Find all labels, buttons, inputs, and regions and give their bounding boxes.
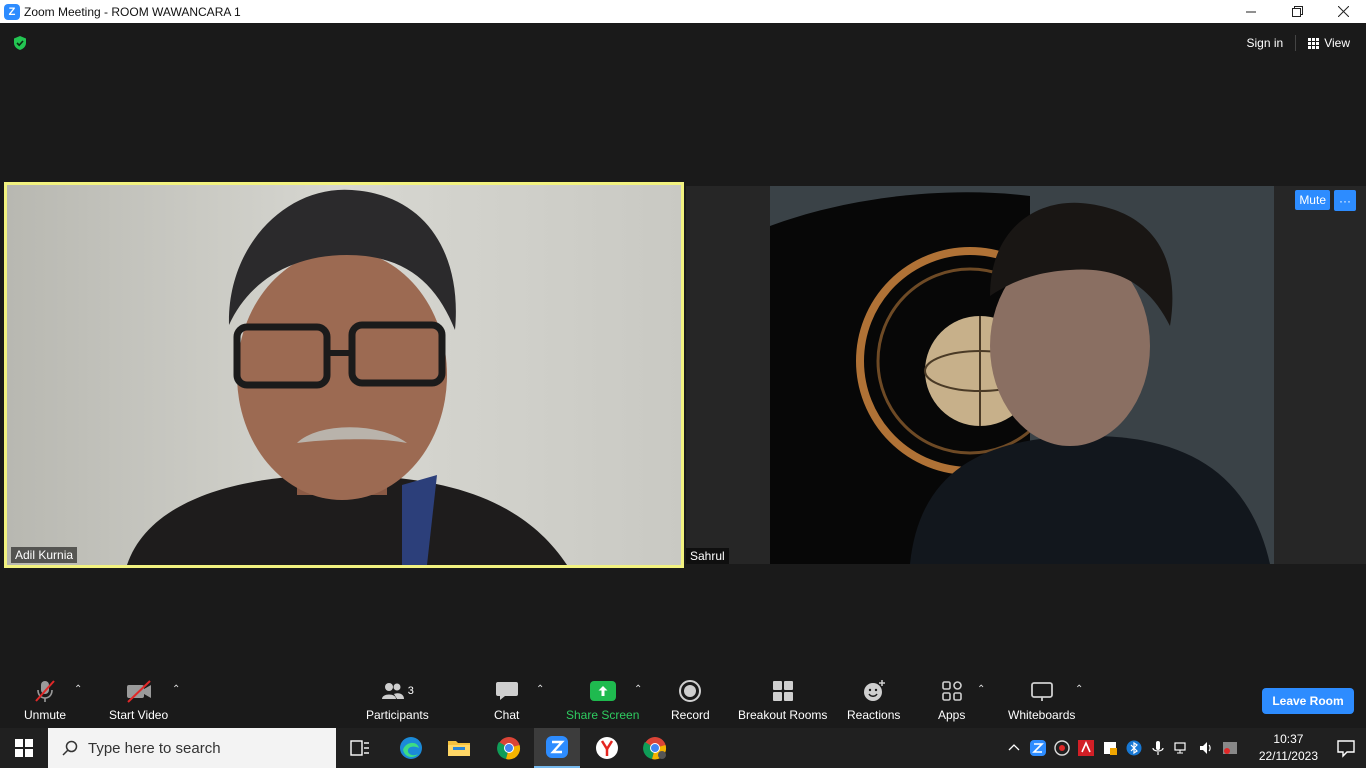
- participants-count: 3: [407, 685, 414, 697]
- apps-label: Apps: [938, 708, 966, 722]
- start-button[interactable]: [0, 728, 48, 768]
- minimize-icon: [1246, 11, 1256, 12]
- taskbar-chrome-profile[interactable]: [632, 728, 678, 768]
- minimize-button[interactable]: [1228, 0, 1274, 23]
- network-icon[interactable]: [1174, 740, 1190, 756]
- grid-icon: [1308, 37, 1320, 49]
- chat-button[interactable]: Chat: [494, 678, 519, 722]
- taskbar-edge[interactable]: [388, 728, 434, 768]
- bluetooth-icon[interactable]: [1126, 740, 1142, 756]
- task-view-button[interactable]: [337, 728, 383, 768]
- view-label: View: [1324, 36, 1350, 50]
- video-options-caret[interactable]: ⌃: [172, 684, 180, 695]
- video-tile-adil-kurnia[interactable]: Adil Kurnia: [4, 182, 684, 568]
- chat-icon: [495, 682, 518, 700]
- taskbar-search-box[interactable]: Type here to search: [48, 728, 336, 768]
- microphone-tray-icon[interactable]: [1150, 740, 1166, 756]
- restore-icon: [1291, 6, 1303, 17]
- breakout-rooms-icon: [772, 681, 793, 701]
- participant-name-tag: Sahrul: [686, 548, 729, 564]
- task-view-icon: [350, 740, 369, 756]
- adobe-tray-icon[interactable]: [1078, 740, 1094, 756]
- search-placeholder: Type here to search: [88, 739, 221, 757]
- unmute-button[interactable]: Unmute: [24, 678, 66, 722]
- share-screen-label: Share Screen: [566, 708, 640, 722]
- encryption-shield-icon[interactable]: [12, 35, 28, 51]
- show-hidden-icons-chevron-icon[interactable]: [1006, 740, 1022, 756]
- apps-icon: [941, 681, 962, 701]
- more-options-button[interactable]: ···: [1334, 190, 1356, 211]
- breakout-rooms-label: Breakout Rooms: [738, 708, 828, 722]
- chat-options-caret[interactable]: ⌃: [536, 684, 544, 695]
- start-video-button[interactable]: Start Video: [109, 678, 168, 722]
- window-title: Zoom Meeting - ROOM WAWANCARA 1: [24, 4, 241, 19]
- record-button[interactable]: Record: [671, 678, 710, 722]
- restore-button[interactable]: [1274, 0, 1320, 23]
- share-options-caret[interactable]: ⌃: [634, 684, 642, 695]
- reactions-label: Reactions: [847, 708, 901, 722]
- participant-video-sahrul: [770, 186, 1274, 564]
- zoom-logo-icon: Z: [4, 3, 20, 20]
- notifications-icon[interactable]: [1336, 738, 1356, 758]
- taskbar-yandex[interactable]: [584, 728, 630, 768]
- language-ime-icon[interactable]: [1222, 740, 1238, 756]
- reactions-button[interactable]: Reactions: [847, 678, 900, 722]
- top-bar-divider: [1295, 35, 1297, 51]
- share-screen-button[interactable]: Share Screen: [566, 678, 639, 722]
- edge-browser-icon: [400, 737, 422, 759]
- close-button[interactable]: [1320, 0, 1366, 23]
- folder-icon: [448, 741, 470, 756]
- taskbar-chrome[interactable]: [486, 728, 532, 768]
- start-video-label: Start Video: [109, 708, 169, 722]
- whiteboard-icon: [1030, 682, 1053, 701]
- video-off-icon: [126, 680, 151, 703]
- window-titlebar: Z Zoom Meeting - ROOM WAWANCARA 1: [0, 0, 1366, 23]
- audio-options-caret[interactable]: ⌃: [74, 684, 82, 695]
- camera-app-tray-icon[interactable]: [1054, 740, 1070, 756]
- clock-time: 10:37: [1273, 732, 1304, 746]
- taskbar-clock[interactable]: 10:37 22/11/2023: [1259, 731, 1318, 765]
- zoom-tray-icon[interactable]: [1030, 740, 1046, 756]
- view-button[interactable]: View: [1308, 36, 1350, 50]
- volume-icon[interactable]: [1198, 740, 1214, 756]
- windows-taskbar: Type here to search 10:37 22/11/2023: [0, 728, 1366, 768]
- clock-date: 22/11/2023: [1258, 749, 1318, 763]
- participants-icon: [381, 683, 404, 699]
- meeting-area: Sign in View Adil Kurnia Sahrul Mute ···: [0, 23, 1366, 670]
- microphone-muted-icon: [35, 680, 55, 702]
- video-tile-sahrul[interactable]: Sahrul Mute ···: [686, 186, 1366, 564]
- taskbar-file-explorer[interactable]: [436, 728, 482, 768]
- participant-name-tag: Adil Kurnia: [11, 547, 78, 563]
- whiteboards-label: Whiteboards: [1008, 708, 1076, 722]
- breakout-rooms-button[interactable]: Breakout Rooms: [738, 678, 827, 722]
- reactions-icon: [863, 680, 885, 701]
- mute-participant-button[interactable]: Mute: [1295, 190, 1330, 210]
- apps-button[interactable]: Apps: [938, 678, 965, 722]
- yandex-browser-icon: [596, 737, 618, 759]
- participants-label: Participants: [366, 708, 429, 722]
- zoom-app-icon: [546, 736, 568, 758]
- leave-room-button[interactable]: Leave Room: [1262, 688, 1354, 714]
- system-tray: [1006, 728, 1238, 768]
- unmute-label: Unmute: [24, 708, 67, 722]
- participant-video-adil-kurnia: [7, 185, 681, 565]
- participants-button[interactable]: 3 Participants: [366, 678, 429, 722]
- record-label: Record: [671, 708, 710, 722]
- close-icon: [1337, 6, 1349, 17]
- taskbar-zoom[interactable]: [534, 728, 580, 768]
- windows-logo-icon: [15, 739, 33, 757]
- chrome-profile-icon: [643, 737, 667, 760]
- meeting-toolbar: Unmute ⌃ Start Video ⌃ 3 Participants Ch…: [0, 670, 1366, 728]
- security-tray-icon[interactable]: [1102, 740, 1118, 756]
- chat-label: Chat: [494, 708, 520, 722]
- record-icon: [679, 680, 702, 702]
- whiteboards-button[interactable]: Whiteboards: [1008, 678, 1075, 722]
- chrome-icon: [497, 737, 521, 760]
- share-screen-icon: [589, 681, 616, 701]
- sign-in-link[interactable]: Sign in: [1247, 36, 1284, 50]
- apps-options-caret[interactable]: ⌃: [977, 684, 985, 695]
- search-icon: [62, 740, 78, 756]
- whiteboards-options-caret[interactable]: ⌃: [1075, 684, 1083, 695]
